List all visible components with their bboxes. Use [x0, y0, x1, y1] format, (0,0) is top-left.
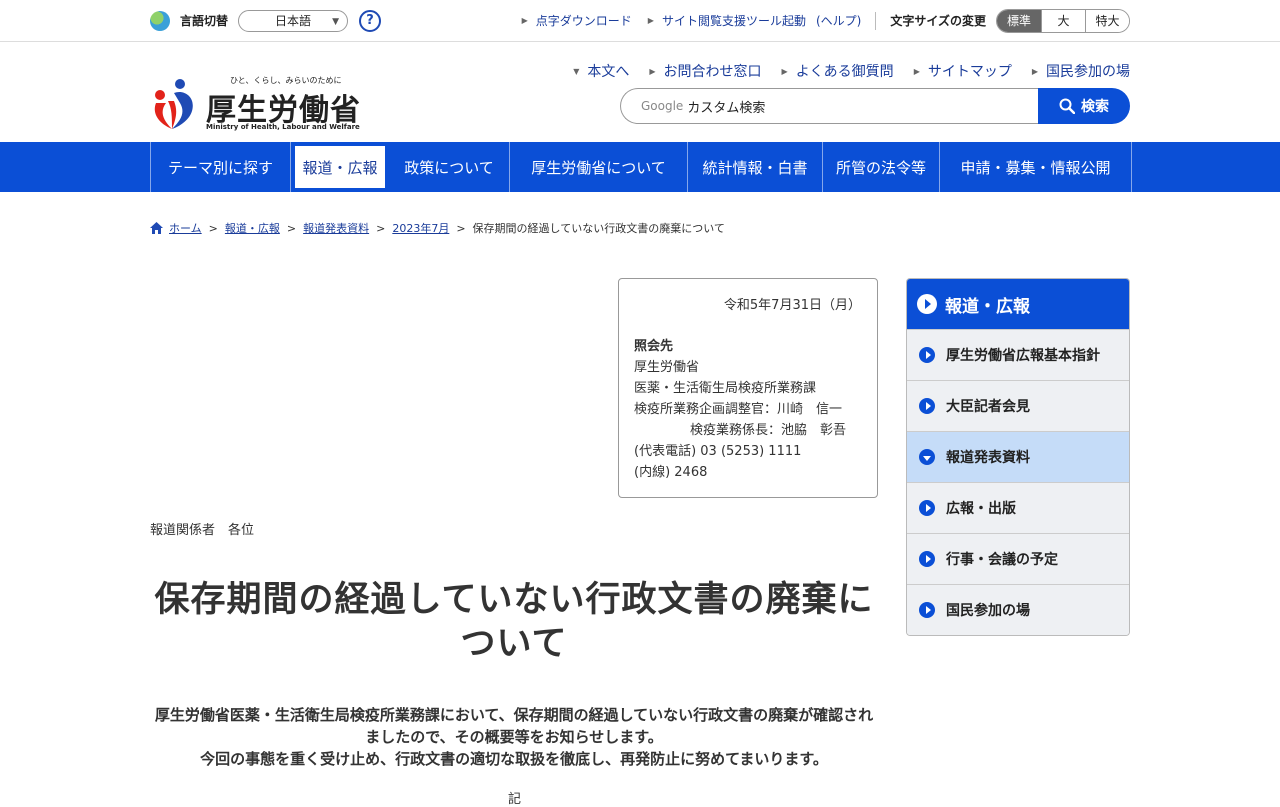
mhlw-logo-icon: [154, 79, 193, 129]
help-link[interactable]: (ヘルプ): [816, 12, 861, 29]
side-item-public-participation[interactable]: 国民参加の場: [907, 584, 1129, 635]
sitemap-link[interactable]: ▶ サイトマップ: [914, 61, 1012, 81]
side-item-pr-guidelines[interactable]: 厚生労働省広報基本指針: [907, 329, 1129, 380]
home-icon: [150, 222, 163, 234]
arrow-right-icon: ▶: [913, 66, 920, 76]
breadcrumb-separator: >: [286, 221, 297, 235]
font-size-xlarge-button[interactable]: 特大: [1085, 9, 1129, 32]
contact-line: 検疫所業務企画調整官：川崎 信一: [634, 402, 843, 417]
nav-item-applications[interactable]: 申請・募集・情報公開: [940, 142, 1132, 192]
side-item-press-conference[interactable]: 大臣記者会見: [907, 380, 1129, 431]
side-item-press-releases[interactable]: 報道発表資料: [907, 431, 1129, 482]
breadcrumb-home[interactable]: ホーム: [169, 220, 202, 236]
nav-item-statistics[interactable]: 統計情報・白書: [688, 142, 823, 192]
breadcrumb-current: 保存期間の経過していない行政文書の廃棄について: [472, 222, 725, 235]
global-nav: テーマ別に探す 報道・広報 政策について 厚生労働省について 統計情報・白書 所…: [0, 142, 1280, 192]
arrow-right-icon: ▶: [1031, 66, 1038, 76]
nav-item-laws[interactable]: 所管の法令等: [823, 142, 940, 192]
page-title: 保存期間の経過していない行政文書の廃棄について: [154, 580, 874, 664]
utility-bar: 言語切替 日本語 ▼ ? ▶ 点字ダウンロード ▶ サイト閲覧支援ツール起動 (ヘル…: [0, 0, 1280, 42]
public-participation-link[interactable]: ▶ 国民参加の場: [1032, 61, 1130, 81]
divider: [875, 11, 877, 30]
breadcrumb-press-releases[interactable]: 報道発表資料: [303, 220, 369, 236]
side-menu: 報道・広報 厚生労働省広報基本指針 大臣記者会見 報道発表資料 広報・出版 行事…: [906, 278, 1130, 636]
font-size-switcher: 標準 大 特大: [996, 8, 1130, 33]
search-input[interactable]: Google カスタム検索: [620, 88, 1038, 124]
faq-link[interactable]: ▶ よくある御質問: [782, 61, 894, 81]
ki-marker: 記: [508, 792, 522, 807]
search-button[interactable]: 検索: [1038, 88, 1130, 124]
contact-line: (内線) 2468: [634, 465, 708, 480]
side-menu-heading[interactable]: 報道・広報: [907, 279, 1129, 329]
lead-text: 厚生労働省医薬・生活衛生局検疫所業務課において、保存期間の経過していない行政文書…: [150, 704, 878, 770]
language-select[interactable]: 日本語 ▼: [238, 9, 349, 32]
arrow-circle-icon: [919, 347, 935, 363]
browsing-support-tool-link[interactable]: ▶ サイト閲覧支援ツール起動: [648, 12, 806, 29]
header-links: ▼ 本文へ ▶ お問合わせ窓口 ▶ よくある御質問 ▶ サイトマップ ▶ 国民参加の場: [553, 61, 1130, 81]
breadcrumb-press[interactable]: 報道・広報: [225, 220, 280, 236]
release-date: 令和5年7月31日（月）: [723, 298, 861, 313]
arrow-circle-down-icon: [919, 449, 935, 465]
nav-item-policy[interactable]: 政策について: [389, 142, 510, 192]
arrow-circle-icon: [919, 500, 935, 516]
braille-download-link[interactable]: ▶ 点字ダウンロード: [522, 12, 632, 29]
contact-line: 厚生労働省: [634, 360, 700, 375]
help-icon[interactable]: ?: [359, 9, 382, 32]
breadcrumb-month[interactable]: 2023年7月: [392, 220, 449, 236]
search-placeholder: カスタム検索: [687, 100, 766, 116]
breadcrumb-separator: >: [208, 221, 218, 235]
lead-paragraph: 厚生労働省医薬・生活衛生局検疫所業務課において、保存期間の経過していない行政文書…: [154, 706, 874, 746]
addressee: 報道関係者 各位: [150, 523, 255, 538]
utility-links: ▶ 点字ダウンロード ▶ サイト閲覧支援ツール起動 (ヘルプ) 文字サイズの変更 標…: [506, 8, 1130, 33]
contact-heading: 照会先: [634, 339, 674, 354]
side-item-events[interactable]: 行事・会議の予定: [907, 533, 1129, 584]
contact-line: 医薬・生活衛生局検疫所業務課: [634, 381, 817, 396]
font-size-large-button[interactable]: 大: [1041, 9, 1085, 32]
contact-line: (代表電話) 03 (5253) 1111: [634, 444, 802, 459]
nav-item-about[interactable]: 厚生労働省について: [510, 142, 688, 192]
arrow-down-icon: ▼: [573, 66, 580, 76]
nav-item-press[interactable]: 報道・広報: [293, 144, 387, 190]
skip-to-content-link[interactable]: ▼ 本文へ: [573, 61, 629, 81]
arrow-right-icon: ▶: [781, 66, 788, 76]
search-icon: [1059, 98, 1075, 114]
logo-english-name: Ministry of Health, Labour and Welfare: [206, 123, 360, 131]
google-label: Google: [641, 99, 684, 113]
arrow-circle-icon: [919, 398, 935, 414]
breadcrumb-separator: >: [456, 221, 466, 235]
side-item-publications[interactable]: 広報・出版: [907, 482, 1129, 533]
arrow-right-icon: ▶: [647, 16, 654, 25]
nav-item-themes[interactable]: テーマ別に探す: [151, 142, 291, 192]
language-label: 言語切替: [180, 14, 229, 28]
arrow-right-icon: ▶: [649, 66, 656, 76]
contact-link[interactable]: ▶ お問合わせ窓口: [649, 61, 761, 81]
breadcrumb: ホーム > 報道・広報 > 報道発表資料 > 2023年7月 > 保存期間の経過…: [150, 220, 725, 236]
font-size-label: 文字サイズの変更: [890, 14, 986, 28]
site-search: Google カスタム検索 検索: [620, 88, 1130, 124]
contact-line: 検疫業務係長：池脇 彰吾: [690, 423, 847, 438]
arrow-circle-icon: [917, 294, 937, 314]
globe-icon: [150, 10, 170, 31]
arrow-circle-icon: [919, 551, 935, 567]
breadcrumb-separator: >: [376, 221, 386, 235]
chevron-down-icon: ▼: [332, 16, 340, 27]
font-size-standard-button[interactable]: 標準: [997, 9, 1041, 32]
arrow-circle-icon: [919, 602, 935, 618]
lead-paragraph: 今回の事態を重く受け止め、行政文書の適切な取扱を徹底し、再発防止に努めてまいりま…: [200, 750, 828, 768]
contact-box: 令和5年7月31日（月） 照会先 厚生労働省 医薬・生活衛生局検疫所業務課 検疫…: [618, 278, 878, 498]
site-logo[interactable]: ひと、くらし、みらいのために 厚生労働省 Ministry of Health,…: [150, 75, 360, 135]
arrow-right-icon: ▶: [521, 16, 528, 25]
